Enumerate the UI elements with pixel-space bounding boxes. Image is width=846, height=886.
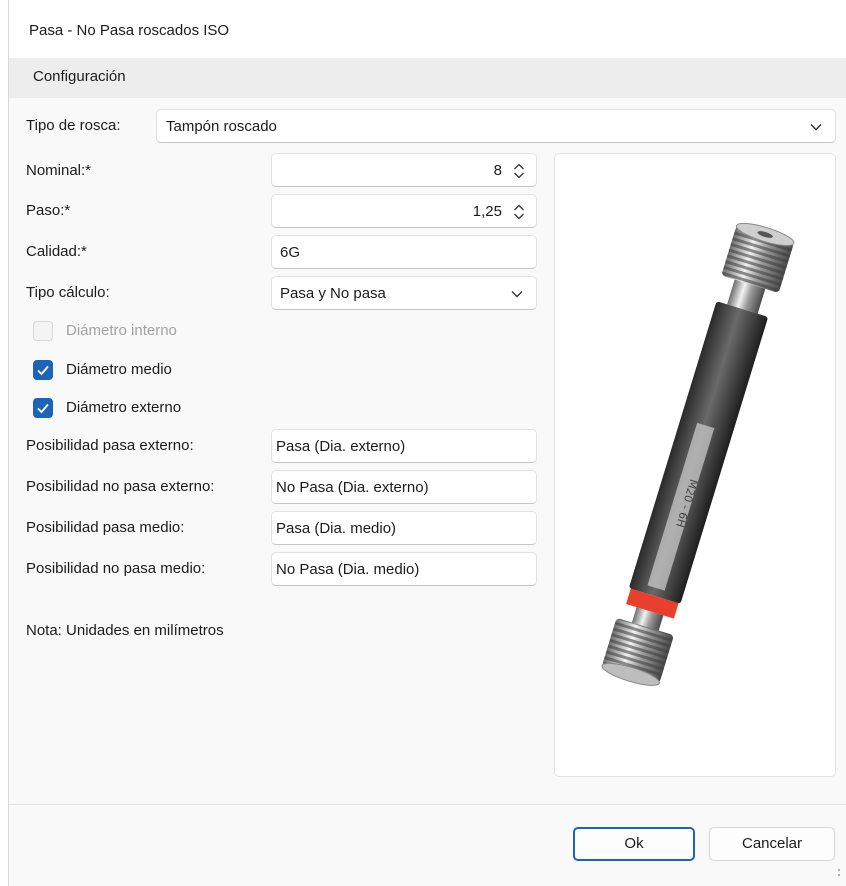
title-bar[interactable]: Pasa - No Pasa roscados ISO [9, 0, 846, 58]
window-title: Pasa - No Pasa roscados ISO [29, 22, 230, 39]
go-mean-input[interactable]: Pasa (Dia. medio) [271, 511, 537, 545]
nogo-outer-input[interactable]: No Pasa (Dia. externo) [271, 470, 537, 504]
checkmark-icon [37, 365, 49, 376]
thread-plug-gauge-image: M20 - 6H [601, 222, 795, 686]
thread-type-value: Tampón roscado [166, 118, 277, 135]
quality-value: 6G [280, 244, 301, 261]
nominal-spinbox[interactable]: 8 [271, 153, 537, 187]
cancel-button[interactable]: Cancelar [709, 827, 835, 861]
go-outer-value: Pasa (Dia. externo) [276, 438, 406, 455]
section-title: Configuración [33, 68, 126, 85]
nominal-value: 8 [493, 162, 502, 179]
go-mean-label: Posibilidad pasa medio: [26, 519, 185, 536]
inner-diameter-label: Diámetro interno [66, 322, 177, 339]
nogo-mean-label: Posibilidad no pasa medio: [26, 560, 206, 577]
nominal-label: Nominal:* [26, 162, 92, 179]
thread-type-label: Tipo de rosca: [26, 117, 121, 134]
calc-type-label: Tipo cálculo: [26, 284, 110, 301]
nogo-mean-input[interactable]: No Pasa (Dia. medio) [271, 552, 537, 586]
footer-separator [9, 804, 846, 805]
calc-type-value: Pasa y No pasa [280, 285, 386, 302]
resize-grip-icon[interactable] [836, 868, 842, 878]
spin-updown-icon[interactable] [512, 203, 526, 221]
nogo-outer-label: Posibilidad no pasa externo: [26, 478, 215, 495]
quality-label: Calidad:* [26, 243, 87, 260]
pitch-value: 1,25 [472, 203, 502, 220]
spin-updown-icon[interactable] [512, 162, 526, 180]
pitch-label: Paso:* [26, 202, 71, 219]
ok-button[interactable]: Ok [573, 827, 695, 861]
mean-diameter-checkbox[interactable] [33, 360, 53, 380]
go-outer-label: Posibilidad pasa externo: [26, 437, 194, 454]
dialog-window: Pasa - No Pasa roscados ISO Configuració… [8, 0, 846, 886]
section-header: Configuración [9, 58, 846, 98]
chevron-down-icon [810, 124, 822, 131]
gauge-image-panel: M20 - 6H [554, 153, 836, 777]
checkmark-icon [37, 403, 49, 414]
thread-type-select[interactable]: Tampón roscado [156, 109, 836, 143]
units-note: Nota: Unidades en milímetros [26, 622, 224, 639]
outer-diameter-checkbox[interactable] [33, 398, 53, 418]
go-mean-value: Pasa (Dia. medio) [276, 520, 397, 537]
calc-type-select[interactable]: Pasa y No pasa [271, 276, 537, 310]
pitch-spinbox[interactable]: 1,25 [271, 194, 537, 228]
quality-input[interactable]: 6G [271, 235, 537, 269]
nogo-mean-value: No Pasa (Dia. medio) [276, 561, 420, 578]
chevron-down-icon [511, 291, 523, 298]
go-outer-input[interactable]: Pasa (Dia. externo) [271, 429, 537, 463]
mean-diameter-label: Diámetro medio [66, 361, 172, 378]
outer-diameter-label: Diámetro externo [66, 399, 182, 416]
nogo-outer-value: No Pasa (Dia. externo) [276, 479, 429, 496]
inner-diameter-checkbox[interactable] [33, 321, 53, 341]
